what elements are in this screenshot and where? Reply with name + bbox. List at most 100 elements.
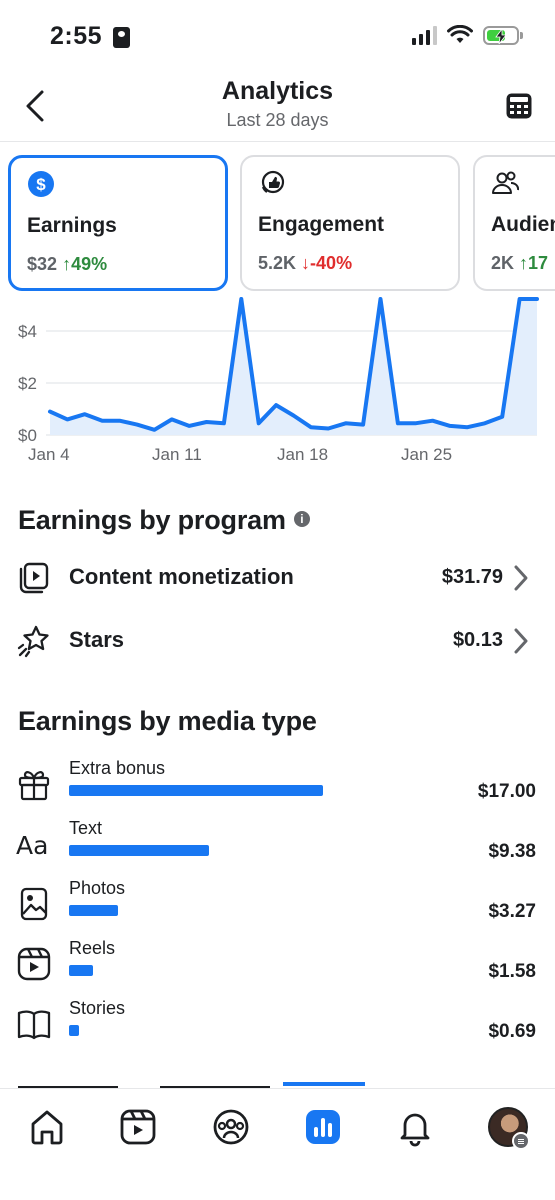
chart-point — [170, 417, 174, 421]
gift-icon — [18, 771, 50, 801]
metric-cards: $ Earnings $32 ↑49% Engagement 5.2K ↓-40… — [8, 155, 555, 291]
chart-point — [100, 419, 104, 423]
chart-point — [448, 424, 452, 428]
media-bar — [69, 1025, 79, 1036]
earnings-by-media-heading: Earnings by media type — [18, 706, 317, 736]
metric-value-number: 5.2K — [258, 253, 297, 273]
earnings-line-chart: $0 $2 $4 Jan 4 Jan 11 Jan 18 Jan 25 — [18, 297, 539, 464]
menu-icon[interactable] — [512, 1132, 530, 1150]
svg-text:Aa: Aa — [16, 831, 48, 860]
media-value: $17.00 — [477, 781, 536, 802]
chart-point — [396, 421, 400, 425]
media-label: Stories — [69, 998, 126, 1018]
page-header: Analytics Last 28 days — [0, 70, 555, 142]
media-row-stories: Stories $0.69 — [0, 998, 555, 1056]
bottom-navigation — [0, 1088, 555, 1200]
chart-point — [274, 403, 278, 407]
metric-value: $32 ↑49% — [27, 254, 107, 275]
media-row-text: Aa Text $9.38 — [0, 818, 555, 876]
chart-point — [309, 425, 313, 429]
thumbs-up-icon — [261, 170, 285, 194]
notifications-icon[interactable] — [395, 1107, 435, 1147]
program-value: $0.13 — [452, 629, 503, 651]
chart-point — [378, 297, 382, 301]
wifi-icon — [447, 25, 473, 43]
metric-change: ↑17 — [519, 253, 549, 273]
chart-point — [535, 297, 539, 301]
media-row-extra-bonus: Extra bonus $17.00 — [0, 758, 555, 816]
metric-value: 5.2K ↓-40% — [258, 253, 352, 274]
book-icon — [17, 1010, 51, 1040]
chart-point — [239, 297, 243, 301]
metric-label: Earnings — [27, 214, 117, 237]
media-bar — [69, 785, 323, 796]
svg-text:$: $ — [36, 175, 46, 194]
chart-point — [500, 415, 504, 419]
metric-card-engagement[interactable]: Engagement 5.2K ↓-40% — [240, 155, 460, 291]
metric-card-audience[interactable]: Audien 2K ↑17 — [473, 155, 555, 291]
groups-icon[interactable] — [211, 1107, 251, 1147]
program-row-stars[interactable]: Stars $0.13 — [0, 611, 555, 671]
people-icon — [492, 171, 519, 194]
chart-point — [187, 424, 191, 428]
chart-point — [344, 421, 348, 425]
x-tick-label: Jan 4 — [28, 445, 70, 464]
chart-point — [48, 410, 52, 414]
stars-icon — [17, 625, 49, 658]
text-icon: Aa — [16, 831, 48, 860]
content-monetization-icon — [19, 562, 49, 594]
media-bar — [69, 845, 209, 856]
metric-value-number: $32 — [27, 254, 58, 274]
focus-badge-icon — [113, 27, 130, 48]
status-time: 2:55 — [50, 22, 103, 50]
metric-value-number: 2K — [491, 253, 515, 273]
x-tick-label: Jan 11 — [152, 445, 202, 464]
analytics-icon[interactable] — [303, 1107, 343, 1147]
chart-point — [83, 412, 87, 416]
info-icon[interactable]: i — [293, 510, 310, 527]
status-bar: 2:55 — [0, 0, 555, 70]
chart-point — [431, 419, 435, 423]
program-label: Content monetization — [69, 564, 294, 589]
dollar-circle-icon: $ — [28, 171, 54, 197]
chevron-right-icon — [514, 628, 528, 654]
y-tick-label: $0 — [18, 426, 37, 445]
chart-point — [65, 417, 69, 421]
media-label: Text — [69, 818, 103, 838]
metric-label: Audien — [491, 213, 555, 236]
page-subtitle: Last 28 days — [226, 110, 329, 130]
media-label: Photos — [69, 878, 126, 898]
chart-point — [292, 414, 295, 417]
home-icon[interactable] — [27, 1107, 67, 1147]
metric-card-earnings[interactable]: $ Earnings $32 ↑49% — [8, 155, 228, 291]
calculator-icon[interactable] — [505, 92, 533, 120]
metric-change: ↑49% — [62, 254, 108, 274]
reels-icon — [17, 947, 51, 981]
chart-y-ticks: $0 $2 $4 — [18, 322, 37, 445]
media-bar — [69, 905, 118, 916]
cellular-signal-icon — [412, 25, 437, 45]
earnings-by-program-heading: Earnings by program i — [18, 505, 310, 536]
chart-point — [413, 421, 417, 425]
media-row-photos: Photos $3.27 — [0, 878, 555, 936]
chart-point — [483, 421, 487, 425]
metric-label: Engagement — [258, 213, 385, 236]
status-icons — [412, 25, 523, 45]
chart-point — [326, 427, 330, 430]
media-value: $9.38 — [488, 841, 536, 862]
reels-nav-icon[interactable] — [118, 1107, 158, 1147]
media-value: $3.27 — [488, 901, 536, 922]
y-tick-label: $2 — [18, 374, 37, 393]
media-row-reels: Reels $1.58 — [0, 938, 555, 996]
metric-value: 2K ↑17 — [491, 253, 548, 274]
chart-x-ticks: Jan 4 Jan 11 Jan 18 Jan 25 — [28, 445, 452, 464]
chart-point — [135, 423, 139, 427]
chart-point — [152, 428, 156, 432]
media-label: Reels — [69, 938, 116, 958]
x-tick-label: Jan 25 — [401, 445, 452, 464]
chart-series-line — [48, 297, 539, 432]
y-tick-label: $4 — [18, 322, 37, 341]
program-row-content-monetization[interactable]: Content monetization $31.79 — [0, 548, 555, 608]
metric-change: ↓-40% — [301, 253, 353, 273]
chart-point — [361, 423, 365, 427]
